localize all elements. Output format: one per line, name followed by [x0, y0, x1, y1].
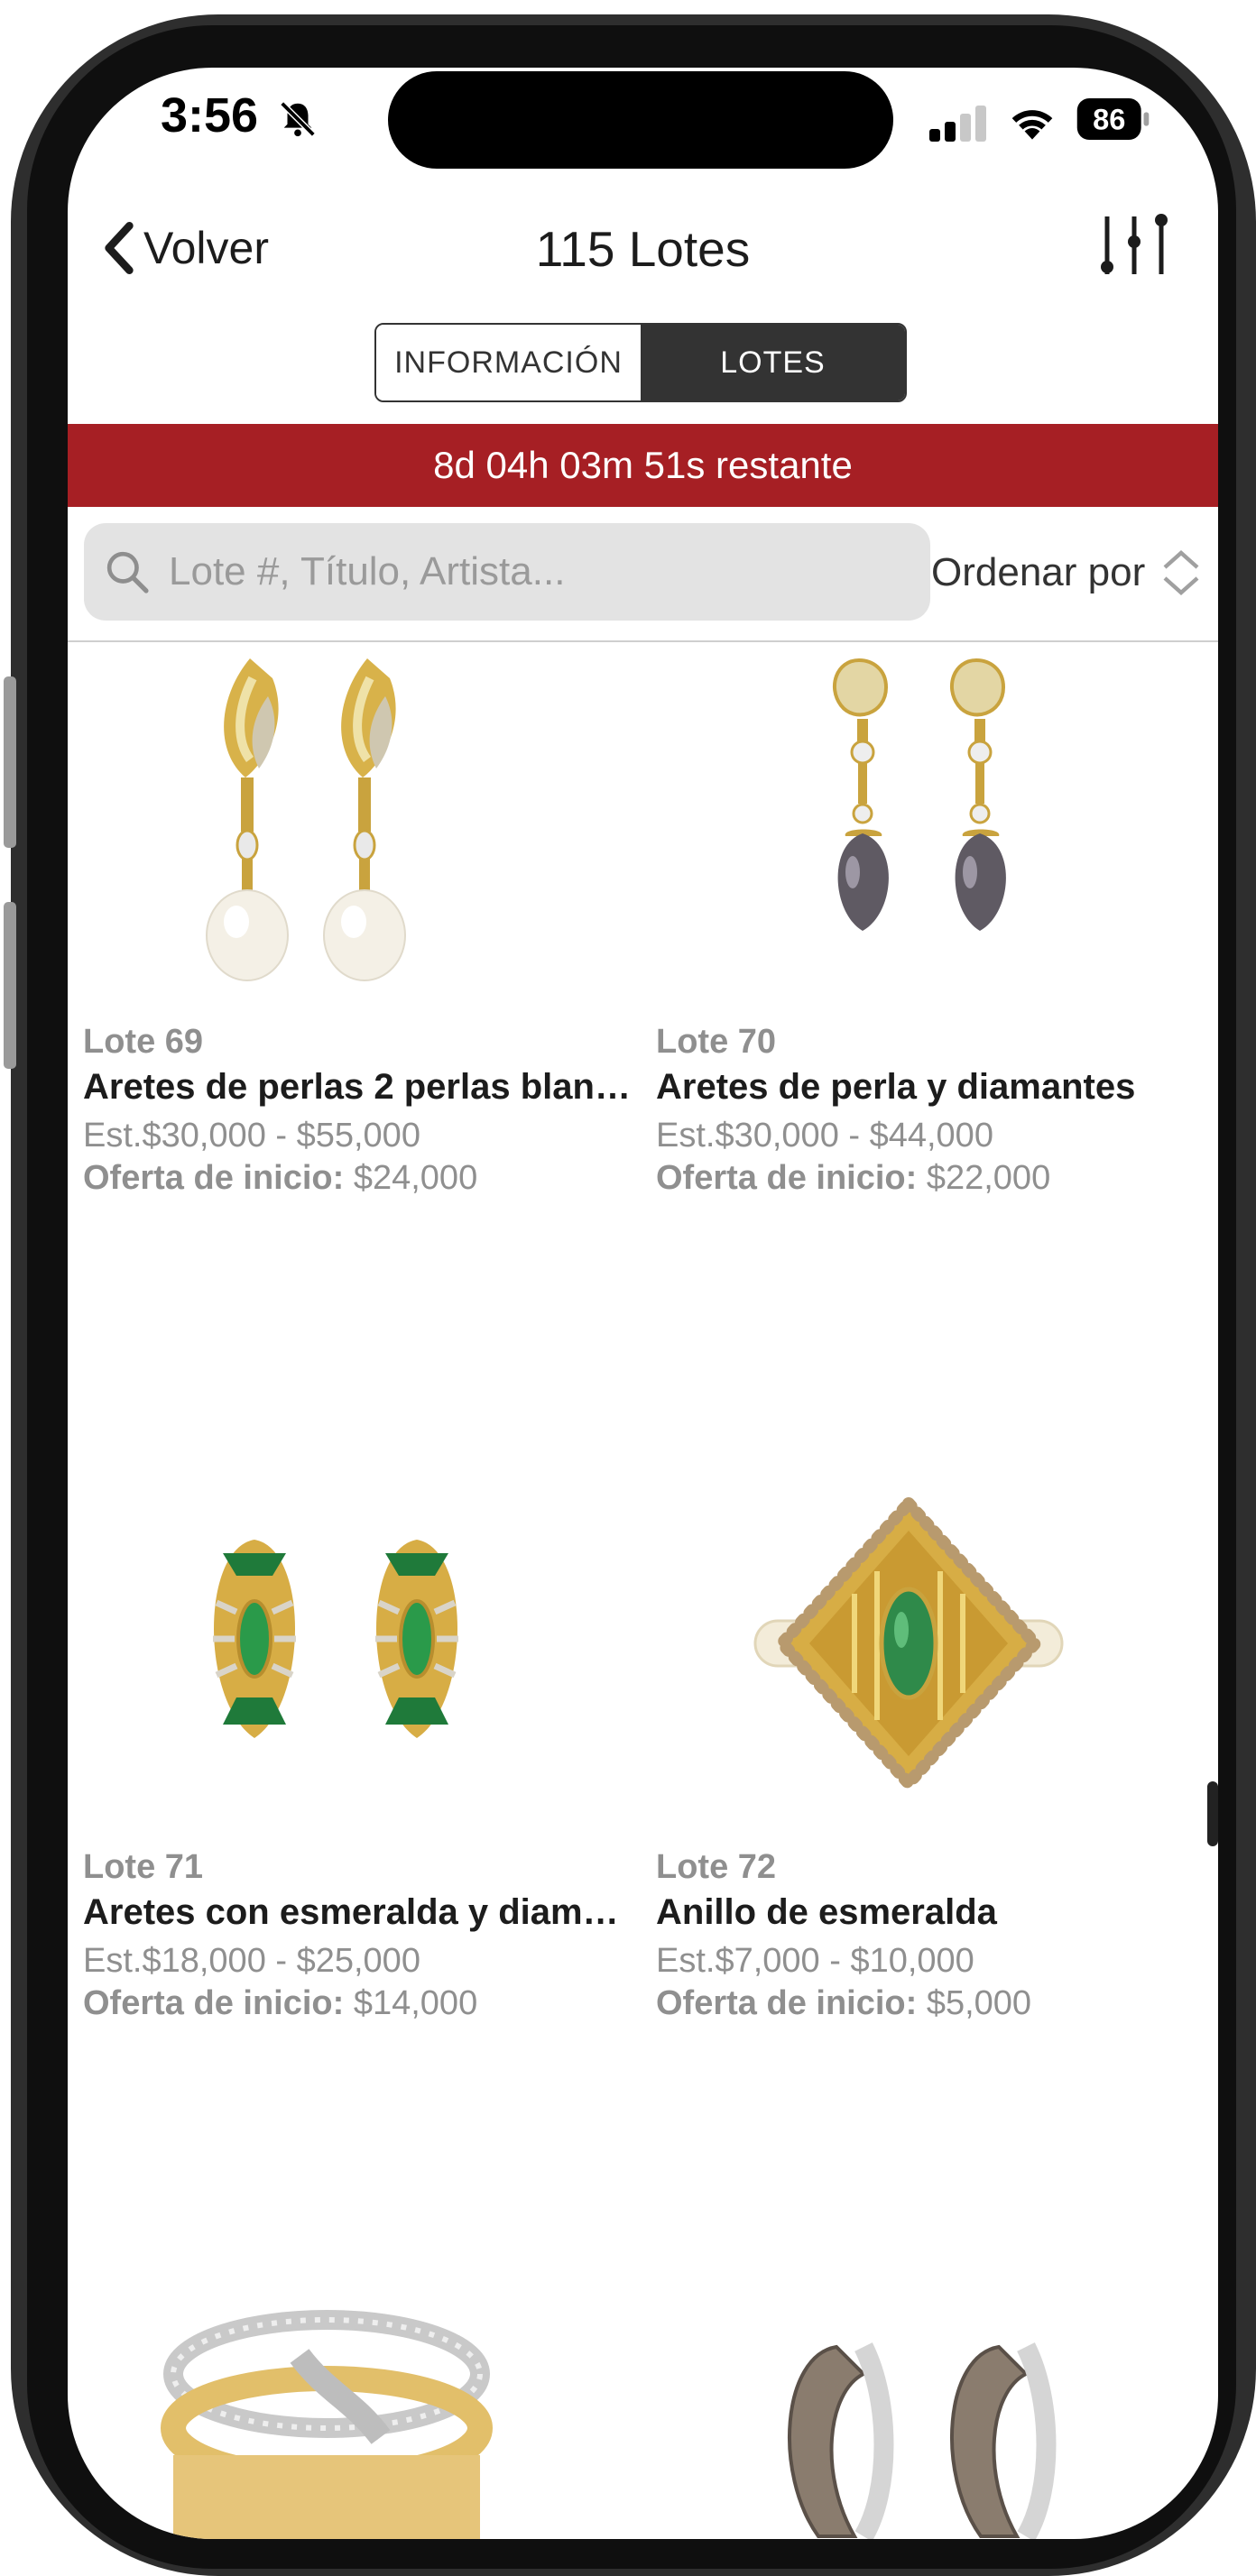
- lot-title: Aretes de perla y diamantes: [656, 1067, 1136, 1107]
- lot-starting-offer: Oferta de inicio: $5,000: [656, 1984, 1215, 2023]
- sort-chevrons-icon: [1163, 550, 1199, 595]
- filter-sliders-icon[interactable]: [1098, 209, 1170, 281]
- status-bar: 3:56 86: [68, 68, 1218, 176]
- lot-number: Lote 71: [83, 1848, 204, 1886]
- lot-card[interactable]: Lote 71 Aretes con esmeralda y diamantes…: [83, 1467, 642, 2023]
- search-icon: [106, 551, 149, 593]
- tab-lotes[interactable]: LOTES: [641, 325, 905, 400]
- lot-card[interactable]: Lote 69 Aretes de perlas 2 perlas blanca…: [83, 642, 642, 1198]
- lot-estimate: Est.$30,000 - $44,000: [656, 1117, 993, 1155]
- tab-informacion[interactable]: INFORMACIÓN: [376, 325, 641, 400]
- battery-icon: 86: [1076, 98, 1150, 140]
- offer-label: Oferta de inicio:: [83, 1159, 345, 1197]
- lot-card[interactable]: Lote 72 Anillo de esmeralda Est.$7,000 -…: [656, 1467, 1215, 2023]
- lot-card-partial[interactable]: [656, 2293, 1215, 2539]
- bell-muted-icon: [280, 101, 316, 137]
- search-box: [84, 523, 930, 621]
- lot-estimate: Est.$7,000 - $10,000: [656, 1942, 974, 1980]
- sort-label: Ordenar por: [931, 550, 1146, 594]
- lot-card-partial[interactable]: [83, 2293, 642, 2539]
- lot-number: Lote 72: [656, 1848, 777, 1886]
- lot-number: Lote 69: [83, 1023, 204, 1061]
- lot-image-emerald-ring: [683, 1467, 1152, 1828]
- offer-label: Oferta de inicio:: [83, 1984, 345, 2022]
- volume-down-button: [4, 902, 16, 1069]
- offer-label: Oferta de inicio:: [656, 1984, 918, 2022]
- cellular-signal-icon: [929, 106, 986, 142]
- lot-starting-offer: Oferta de inicio: $14,000: [83, 1984, 642, 2023]
- lot-image-tahitian-pearl-earrings: [683, 642, 1152, 1003]
- lot-card[interactable]: Lote 70 Aretes de perla y diamantes Est.…: [656, 642, 1215, 1198]
- lot-estimate: Est.$30,000 - $55,000: [83, 1117, 420, 1155]
- nav-bar: Volver 115 Lotes: [68, 198, 1218, 298]
- lot-image-diamond-hoop-earrings: [683, 2293, 1152, 2539]
- wifi-icon: [1011, 110, 1053, 140]
- lot-image-gold-rings: [110, 2293, 579, 2539]
- lot-estimate: Est.$18,000 - $25,000: [83, 1942, 420, 1980]
- lot-title: Anillo de esmeralda: [656, 1892, 997, 1932]
- auction-countdown-banner: 8d 04h 03m 51s restante: [68, 424, 1218, 507]
- battery-level: 86: [1093, 104, 1125, 136]
- lot-title: Aretes con esmeralda y diamantes: [83, 1892, 632, 1932]
- volume-up-button: [4, 676, 16, 848]
- offer-value: $5,000: [926, 1984, 1032, 2022]
- dynamic-island: [388, 71, 893, 169]
- search-row: Ordenar por: [68, 523, 1218, 642]
- search-input[interactable]: [167, 548, 892, 595]
- lot-image-pearl-earrings: [110, 642, 579, 1003]
- offer-value: $22,000: [926, 1159, 1051, 1197]
- offer-label: Oferta de inicio:: [656, 1159, 918, 1197]
- offer-value: $24,000: [353, 1159, 478, 1197]
- sort-button[interactable]: Ordenar por: [931, 543, 1205, 603]
- lot-title: Aretes de perlas 2 perlas blancas: [83, 1067, 632, 1107]
- lot-number: Lote 70: [656, 1023, 777, 1061]
- lot-image-emerald-earrings: [110, 1467, 579, 1828]
- page-title: 115 Lotes: [535, 221, 751, 277]
- status-time: 3:56: [161, 88, 259, 143]
- segmented-control: INFORMACIÓN LOTES: [374, 323, 907, 402]
- app-screen: 3:56 86 Volver 115 Lotes INFORMACIÓN LOT…: [68, 68, 1218, 2539]
- offer-value: $14,000: [353, 1984, 478, 2022]
- lot-starting-offer: Oferta de inicio: $24,000: [83, 1159, 642, 1198]
- scrollbar[interactable]: [1207, 1781, 1218, 1846]
- lot-starting-offer: Oferta de inicio: $22,000: [656, 1159, 1215, 1198]
